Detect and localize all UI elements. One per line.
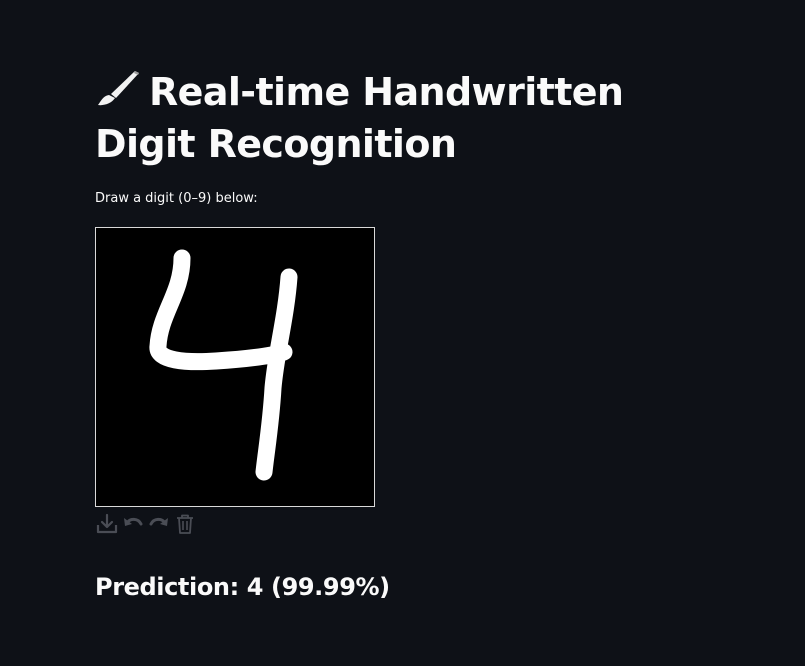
instructions-text: Draw a digit (0–9) below: [95, 191, 258, 206]
prediction-result: Prediction: 4 (99.99%) [95, 573, 390, 601]
redo-icon [149, 517, 168, 526]
redo-button[interactable] [147, 512, 171, 536]
undo-icon [124, 517, 143, 526]
download-icon [96, 513, 118, 534]
undo-button[interactable] [121, 512, 145, 536]
drawn-digit-stroke [149, 249, 298, 481]
page-title-text: Real-time Handwritten Digit Recognition [95, 70, 624, 166]
paintbrush-icon [95, 69, 141, 107]
page-title: Real-time Handwritten Digit Recognition [95, 66, 735, 170]
clear-button[interactable] [173, 512, 197, 536]
trash-icon [177, 514, 193, 534]
app-container: Real-time Handwritten Digit Recognition … [0, 0, 805, 666]
drawing-canvas[interactable] [95, 227, 375, 507]
canvas-toolbar [95, 512, 197, 536]
download-button[interactable] [95, 512, 119, 536]
